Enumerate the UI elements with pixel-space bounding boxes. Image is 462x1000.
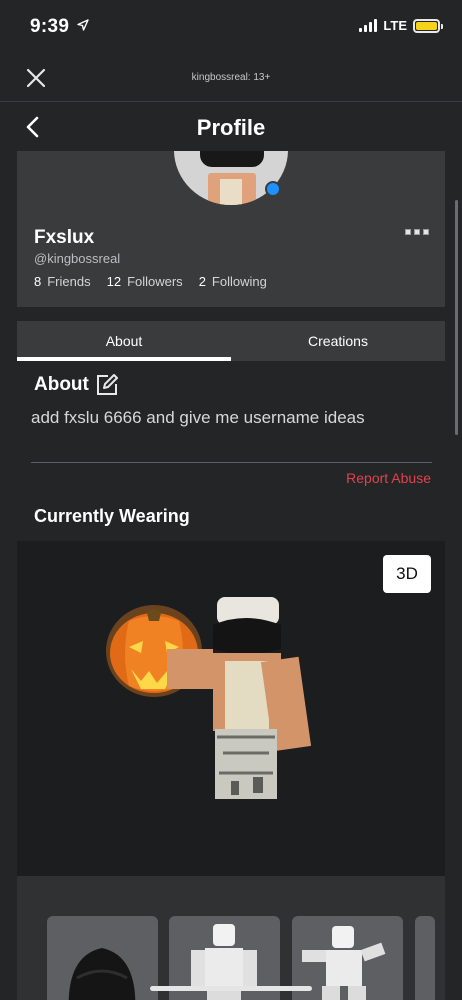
wearing-item-hair[interactable] [47, 916, 158, 1000]
location-arrow-icon [77, 19, 89, 31]
status-time-text: 9:39 [30, 16, 70, 37]
avatar-shirt [220, 179, 242, 205]
wearing-items [17, 876, 445, 1000]
avatar-3d-view[interactable]: 3D [17, 541, 445, 876]
profile-card: Fxslux @kingbossreal 8 Friends 12 Follower… [17, 151, 445, 307]
browser-bar: kingbossreal: 13+ [0, 56, 462, 102]
tab-about[interactable]: About [17, 321, 231, 361]
stat-following[interactable]: 2 Following [199, 274, 267, 289]
browser-url: kingbossreal: 13+ [191, 72, 271, 83]
avatar-hair [200, 151, 264, 167]
more-icon[interactable] [403, 227, 431, 237]
about-text: add fxslu 6666 and give me username idea… [31, 408, 365, 427]
about-heading: About [34, 373, 119, 397]
view-3d-toggle[interactable]: 3D [383, 555, 431, 593]
status-bar: 9:39 LTE [0, 0, 462, 56]
signal-icon [359, 19, 378, 32]
report-abuse-link[interactable]: Report Abuse [346, 470, 431, 486]
status-time: 9:39 [30, 16, 89, 38]
wearing-item-partial[interactable] [415, 916, 435, 1000]
username: @kingbossreal [34, 251, 121, 266]
display-name: Fxslux [34, 227, 95, 248]
scrollbar[interactable] [455, 200, 458, 435]
currently-wearing-heading: Currently Wearing [34, 506, 190, 526]
profile-stats: 8 Friends 12 Followers 2 Following [34, 274, 267, 289]
page-title: Profile [196, 115, 266, 140]
about-title: About [34, 374, 89, 395]
profile-tabs: About Creations [17, 321, 445, 361]
status-indicators: LTE [359, 18, 443, 33]
battery-icon [413, 18, 443, 33]
divider [31, 462, 432, 463]
avatar-character [106, 597, 312, 799]
stat-followers[interactable]: 12 Followers [107, 274, 183, 289]
stat-friends[interactable]: 8 Friends [34, 274, 91, 289]
home-indicator[interactable] [150, 986, 312, 991]
nav-bar: Profile [0, 103, 462, 151]
edit-icon[interactable] [95, 373, 119, 397]
tab-creations[interactable]: Creations [231, 321, 445, 361]
network-label: LTE [383, 18, 407, 33]
online-status-dot [265, 181, 281, 197]
